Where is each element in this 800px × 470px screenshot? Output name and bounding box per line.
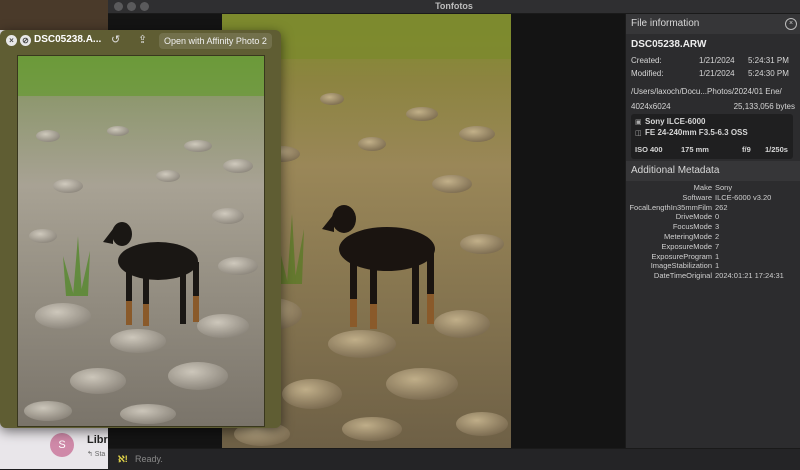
metadata-key: ExposureMode <box>661 241 712 251</box>
info-panel: File information × DSC05238.ARW Created:… <box>625 14 800 448</box>
image-dimensions: 4024x6024 <box>631 102 671 111</box>
metadata-key: DriveMode <box>675 212 712 222</box>
modified-label: Modified: <box>631 69 664 78</box>
quicklook-close-button[interactable]: × <box>6 35 17 46</box>
close-panel-button[interactable]: × <box>785 18 797 30</box>
created-label: Created: <box>631 56 662 65</box>
iso-value: ISO 400 <box>635 145 663 154</box>
metadata-value: Sony <box>715 183 733 192</box>
metadata-value: 1 <box>715 251 720 261</box>
metadata-value: 2024:01:21 17:24:31 <box>715 271 784 281</box>
list-item-subtitle: ↰ Sta <box>87 451 106 458</box>
created-time: 5:24:31 PM <box>748 56 789 65</box>
metadata-key: DateTimeOriginal <box>653 271 712 281</box>
metadata-value: 262 <box>715 202 728 212</box>
metadata-key: ExposureProgram <box>651 251 712 261</box>
share-icon[interactable]: ⇪ <box>138 33 147 46</box>
created-date: 1/21/2024 <box>699 56 735 65</box>
lens-model: FE 24-240mm F3.5-6.3 OSS <box>645 128 748 137</box>
status-bar: ℵ! Ready. <box>108 448 800 470</box>
quicklook-fullscreen-button[interactable]: ⊘ <box>20 35 31 46</box>
quicklook-toolbar: × ⊘ DSC05238.A... ↺ ⇪ Open with Affinity… <box>0 30 281 52</box>
metadata-value: 3 <box>715 222 720 232</box>
avatar[interactable]: S <box>50 433 74 457</box>
quicklook-photo <box>17 55 265 427</box>
camera-info-box: ▣ Sony ILCE-6000 ◫ FE 24-240mm F3.5-6.3 … <box>631 114 793 159</box>
file-size: 25,133,056 bytes <box>733 102 795 111</box>
status-icon: ℵ! <box>118 454 128 464</box>
window-title: Tonfotos <box>435 1 473 11</box>
metadata-value: 0 <box>715 212 720 222</box>
metadata-key: Software <box>682 192 712 202</box>
file-information-title: File information <box>626 14 800 34</box>
metadata-key: FocalLengthIn35mmFilm <box>629 202 712 212</box>
metadata-key: ImageStabilization <box>650 261 712 271</box>
status-text: Ready. <box>135 454 163 464</box>
focal-length: 175 mm <box>681 145 709 154</box>
file-name: DSC05238.ARW <box>631 39 707 50</box>
list-item-title[interactable]: Libr <box>87 434 108 446</box>
modified-time: 5:24:30 PM <box>748 69 789 78</box>
metadata-value: 7 <box>715 241 720 251</box>
lens-icon: ◫ <box>635 130 642 137</box>
aperture-value: f/9 <box>742 145 751 154</box>
additional-metadata-title: Additional Metadata <box>626 161 800 181</box>
open-with-button[interactable]: Open with Affinity Photo 2 <box>159 33 272 49</box>
metadata-list: Make Sony Software ILCE-6000 v3.20 FocalLeng… <box>626 183 800 283</box>
metadata-value: ILCE-6000 v3.20 <box>715 192 772 202</box>
background-window-header <box>0 0 108 30</box>
quicklook-filename: DSC05238.A... <box>34 34 102 45</box>
metadata-key: MeteringMode <box>664 232 712 241</box>
quicklook-panel: × ⊘ DSC05238.A... ↺ ⇪ Open with Affinity… <box>0 30 281 428</box>
rotate-icon[interactable]: ↺ <box>111 33 120 46</box>
metadata-key: FocusMode <box>672 222 712 232</box>
camera-model: Sony ILCE-6000 <box>645 117 706 126</box>
camera-icon: ▣ <box>635 119 642 126</box>
file-path[interactable]: /Users/laxoch/Docu...Photos/2024/01 Ene/ <box>631 87 782 96</box>
modified-date: 1/21/2024 <box>699 69 735 78</box>
title-bar: Tonfotos <box>108 0 800 14</box>
shutter-speed: 1/250s <box>765 145 788 154</box>
metadata-key: Make <box>693 183 712 192</box>
metadata-value: 1 <box>715 261 720 271</box>
metadata-value: 2 <box>715 232 720 241</box>
